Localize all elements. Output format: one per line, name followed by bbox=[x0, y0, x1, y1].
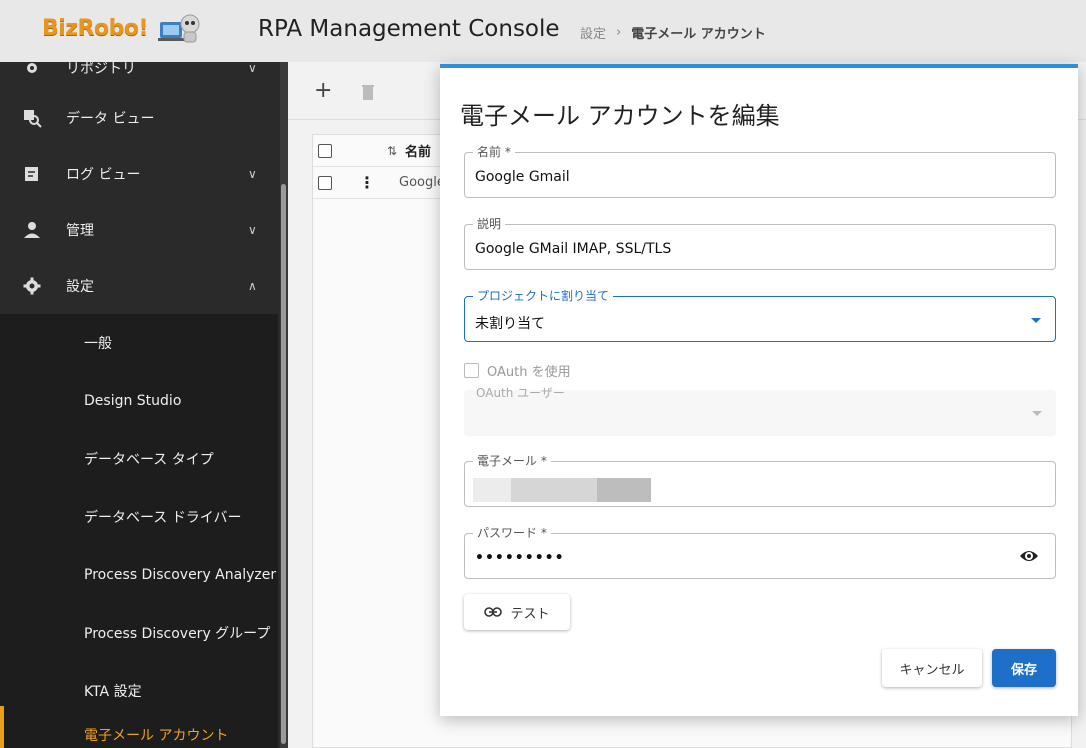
select-all-checkbox[interactable] bbox=[318, 143, 332, 158]
sidebar-subitem-label: データベース タイプ bbox=[84, 452, 214, 468]
gear-icon bbox=[22, 62, 42, 78]
use-oauth-label: OAuth を使用 bbox=[487, 365, 571, 380]
sidebar-subitem-label: 電子メール アカウント bbox=[84, 728, 229, 744]
app-header: BizRobo! RPA Management Console 設定 › 電子メ… bbox=[0, 0, 1086, 62]
sidebar-subitem-email-account[interactable]: 電子メール アカウント bbox=[0, 706, 278, 748]
eye-icon[interactable] bbox=[1019, 548, 1039, 564]
sidebar-item-log-view[interactable]: ログ ビュー ∨ bbox=[0, 146, 278, 202]
chevron-up-icon: ∧ bbox=[248, 279, 257, 293]
name-label: 名前 * bbox=[473, 145, 515, 159]
oauth-user-select: OAuth ユーザー bbox=[464, 386, 1056, 436]
redacted-block bbox=[511, 478, 597, 502]
column-header-name[interactable]: 名前 bbox=[405, 141, 431, 160]
chevron-right-icon: › bbox=[616, 25, 622, 40]
password-label: パスワード * bbox=[473, 526, 551, 540]
logo-text: BizRobo! bbox=[42, 15, 149, 41]
sidebar-item-label: リポジトリ bbox=[66, 62, 136, 77]
dropdown-caret-icon bbox=[1032, 411, 1042, 416]
description-field[interactable]: 説明 Google GMail IMAP, SSL/TLS bbox=[464, 217, 1056, 270]
password-field[interactable]: パスワード * ••••••••• bbox=[464, 526, 1056, 579]
description-value: Google GMail IMAP, SSL/TLS bbox=[475, 241, 672, 257]
chevron-down-icon: ∨ bbox=[248, 62, 257, 75]
log-view-icon bbox=[22, 164, 42, 184]
project-label: プロジェクトに割り当て bbox=[473, 289, 614, 303]
sidebar-subitem-label: Process Discovery Analyzer bbox=[84, 567, 277, 583]
email-label: 電子メール * bbox=[473, 454, 551, 468]
sidebar-subitem-database-type[interactable]: データベース タイプ bbox=[0, 430, 278, 488]
logo[interactable]: BizRobo! bbox=[42, 10, 202, 46]
breadcrumb-settings[interactable]: 設定 bbox=[580, 23, 606, 42]
name-field[interactable]: 名前 * Google Gmail bbox=[464, 145, 1056, 198]
sidebar-subitem-label: KTA 設定 bbox=[84, 684, 142, 700]
save-button[interactable]: 保存 bbox=[992, 649, 1056, 687]
sidebar-item-label: ログ ビュー bbox=[66, 167, 141, 183]
sidebar-item-data-view[interactable]: データ ビュー bbox=[0, 90, 278, 146]
link-icon bbox=[484, 607, 503, 617]
sidebar-subitem-label: データベース ドライバー bbox=[84, 510, 242, 526]
oauth-user-label: OAuth ユーザー bbox=[476, 386, 565, 400]
cancel-button[interactable]: キャンセル bbox=[882, 649, 982, 687]
edit-email-account-dialog: 電子メール アカウントを編集 名前 * Google Gmail 説明 Goog… bbox=[440, 64, 1078, 716]
redacted-block bbox=[597, 478, 651, 502]
app-title: RPA Management Console bbox=[258, 16, 560, 42]
trash-icon[interactable] bbox=[362, 84, 374, 100]
sidebar-subitem-general[interactable]: 一般 bbox=[0, 314, 278, 372]
breadcrumb: 設定 › 電子メール アカウント bbox=[580, 23, 766, 42]
gear-icon bbox=[22, 276, 42, 296]
project-select[interactable]: プロジェクトに割り当て 未割り当て bbox=[464, 289, 1056, 342]
project-value: 未割り当て bbox=[475, 316, 545, 332]
sidebar-subitem-label: Process Discovery グループ bbox=[84, 626, 271, 642]
use-oauth-checkbox[interactable]: OAuth を使用 bbox=[464, 361, 571, 380]
sidebar-subitem-design-studio[interactable]: Design Studio bbox=[0, 372, 278, 430]
sidebar: リポジトリ ∨ データ ビュー ログ ビュー ∨ 管理 ∨ 設定 ∧ 一般 De… bbox=[0, 62, 280, 748]
sidebar-subitem-pd-group[interactable]: Process Discovery グループ bbox=[0, 604, 278, 662]
checkbox-icon[interactable] bbox=[464, 363, 479, 378]
sidebar-item-label: 設定 bbox=[66, 279, 94, 295]
row-menu-icon[interactable]: ⋮ bbox=[359, 173, 375, 192]
sidebar-scrollbar[interactable] bbox=[280, 62, 288, 748]
sidebar-item-label: 管理 bbox=[66, 223, 94, 239]
dropdown-caret-icon[interactable] bbox=[1031, 318, 1041, 323]
chevron-down-icon: ∨ bbox=[248, 167, 257, 181]
breadcrumb-current: 電子メール アカウント bbox=[631, 27, 766, 42]
test-button[interactable]: テスト bbox=[464, 594, 570, 630]
save-button-label: 保存 bbox=[1010, 662, 1037, 678]
email-field[interactable]: 電子メール * bbox=[464, 454, 1056, 507]
sort-icon[interactable]: ⇅ bbox=[387, 144, 397, 158]
user-icon bbox=[22, 220, 42, 240]
sidebar-subitem-label: Design Studio bbox=[84, 393, 182, 409]
data-view-icon bbox=[22, 108, 42, 128]
sidebar-item-admin[interactable]: 管理 ∨ bbox=[0, 202, 278, 258]
cancel-button-label: キャンセル bbox=[899, 662, 965, 678]
sidebar-subitem-pd-analyzer[interactable]: Process Discovery Analyzer bbox=[0, 546, 278, 604]
sidebar-subitem-label: 一般 bbox=[84, 336, 112, 352]
redacted-block bbox=[473, 478, 511, 502]
robot-mascot-icon bbox=[158, 14, 200, 43]
sidebar-item-settings[interactable]: 設定 ∧ bbox=[0, 258, 278, 314]
password-value: ••••••••• bbox=[475, 550, 565, 566]
dialog-title: 電子メール アカウントを編集 bbox=[460, 102, 780, 130]
sidebar-subitem-database-driver[interactable]: データベース ドライバー bbox=[0, 488, 278, 546]
row-checkbox[interactable] bbox=[318, 175, 332, 190]
description-label: 説明 bbox=[473, 217, 506, 231]
name-value: Google Gmail bbox=[475, 169, 570, 185]
chevron-down-icon: ∨ bbox=[248, 223, 257, 237]
test-button-label: テスト bbox=[510, 606, 550, 622]
sidebar-item-label: データ ビュー bbox=[66, 111, 155, 127]
scrollbar-thumb[interactable] bbox=[281, 184, 286, 744]
add-icon[interactable]: + bbox=[314, 78, 332, 103]
